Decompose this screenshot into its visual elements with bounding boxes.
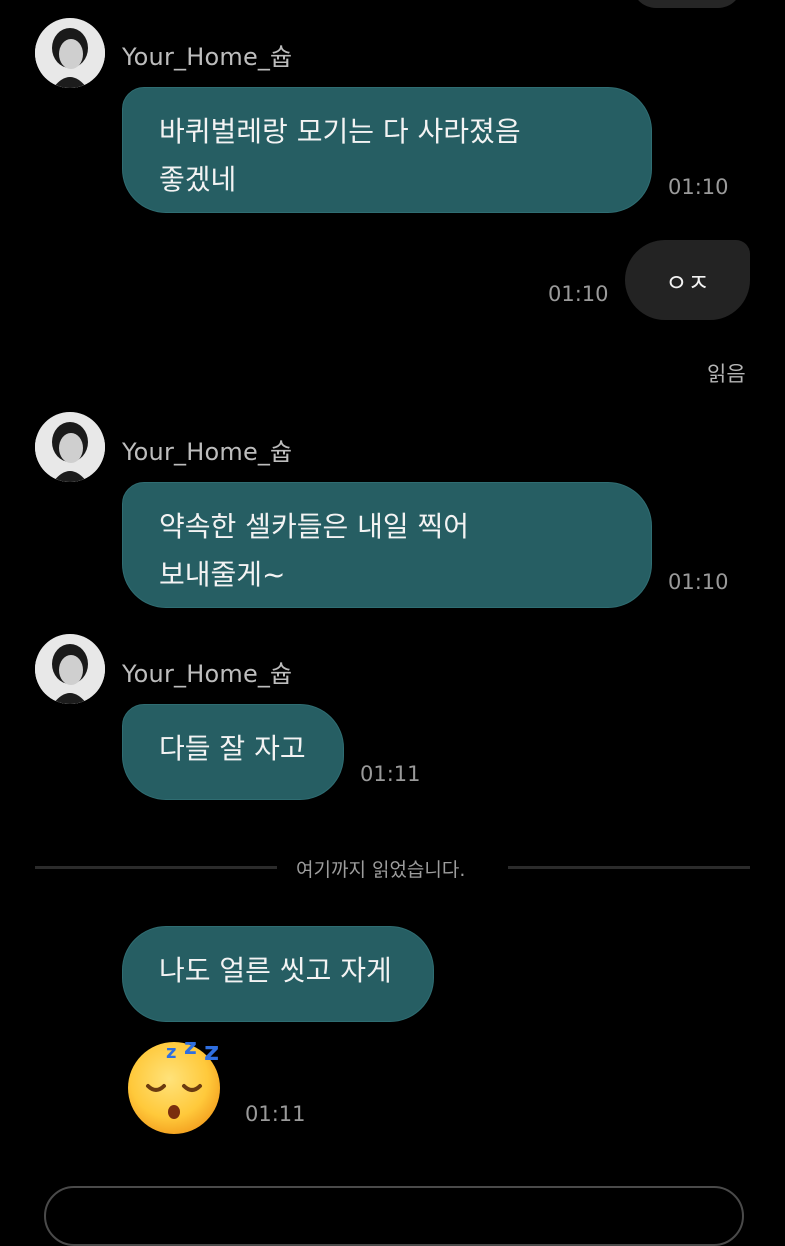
svg-text:z: z [184, 1036, 197, 1060]
svg-text:z: z [166, 1042, 176, 1063]
avatar-portrait-icon [35, 634, 105, 704]
sleeping-face-emoji[interactable]: z z z [126, 1036, 230, 1136]
message-input-field[interactable] [44, 1186, 744, 1246]
message-timestamp: 01:11 [245, 1102, 306, 1126]
outgoing-message-bubble[interactable]: ㅇㅈ [625, 240, 750, 320]
divider-line-right [508, 866, 750, 869]
message-text-line: 약속한 셀카들은 내일 찍어 [159, 510, 470, 543]
sender-name: Your_Home_슙 [122, 438, 293, 466]
message-text-line: 바퀴벌레랑 모기는 다 사라졌음 [159, 115, 521, 148]
avatar-portrait-icon [35, 18, 105, 88]
message-text: 다들 잘 자고 [159, 732, 306, 765]
message-text-line: 보내줄게~ [159, 558, 286, 591]
message-bubble[interactable]: 다들 잘 자고 [122, 704, 344, 800]
message-bubble[interactable]: 바퀴벌레랑 모기는 다 사라졌음 좋겠네 [122, 87, 652, 213]
sender-avatar[interactable] [35, 412, 105, 482]
sender-name: Your_Home_슙 [122, 43, 293, 71]
avatar-portrait-icon [35, 412, 105, 482]
message-bubble[interactable]: 약속한 셀카들은 내일 찍어 보내줄게~ [122, 482, 652, 608]
divider-line-left [35, 866, 277, 869]
message-bubble[interactable]: 나도 얼른 씻고 자게 [122, 926, 434, 1022]
message-timestamp: 01:10 [668, 570, 729, 594]
message-text: 나도 얼른 씻고 자게 [159, 954, 392, 987]
previous-message-bubble [632, 0, 742, 8]
sender-name: Your_Home_슙 [122, 660, 293, 688]
message-timestamp: 01:10 [668, 175, 729, 199]
message-text: ㅇㅈ [665, 268, 710, 297]
read-status: 읽음 [707, 362, 746, 386]
message-timestamp: 01:10 [548, 282, 609, 306]
sender-avatar[interactable] [35, 18, 105, 88]
sender-avatar[interactable] [35, 634, 105, 704]
message-timestamp: 01:11 [360, 762, 421, 786]
message-text-line: 좋겠네 [159, 163, 237, 196]
sleeping-face-icon: z z z [128, 1036, 220, 1134]
svg-text:z: z [204, 1037, 219, 1067]
read-marker-divider-text: 여기까지 읽었습니다. [296, 859, 466, 881]
